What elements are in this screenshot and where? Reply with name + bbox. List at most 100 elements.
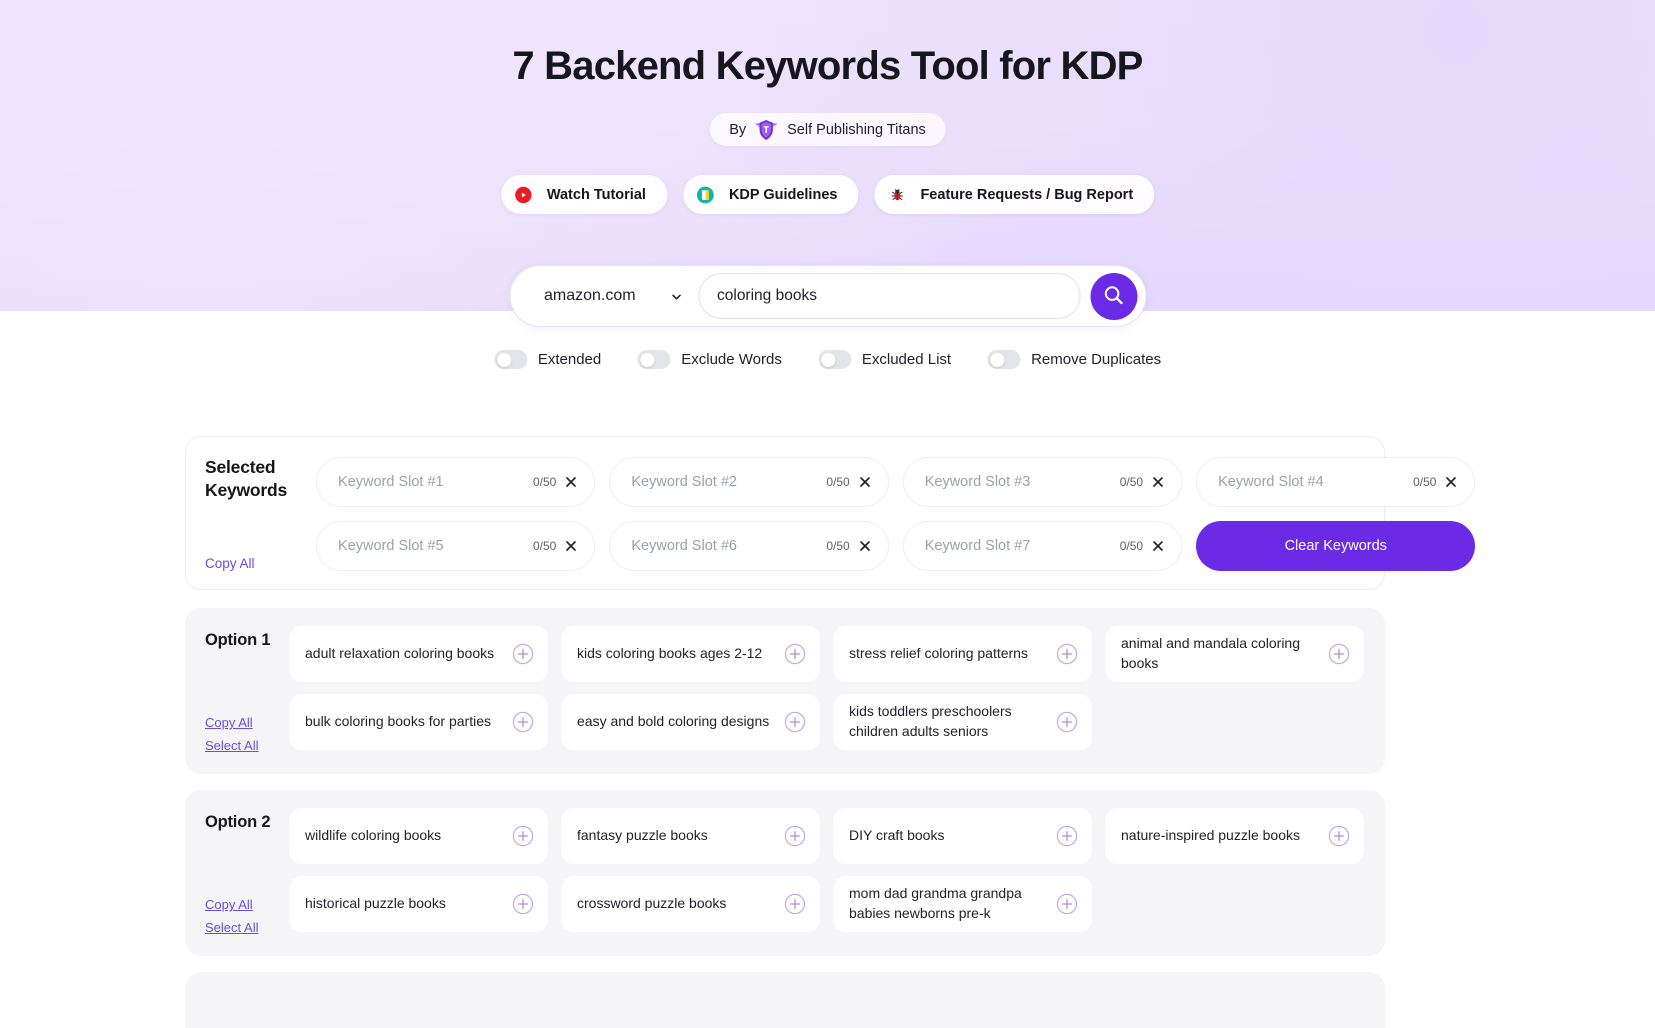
toggle-remove-duplicates-switch[interactable]: [987, 350, 1021, 369]
keyword-slot-5[interactable]: 0/50: [316, 521, 596, 571]
selected-keywords-heading: Selected Keywords: [205, 456, 305, 502]
keyword-chip[interactable]: wildlife coloring books: [289, 808, 548, 864]
watch-tutorial-button[interactable]: Watch Tutorial: [500, 175, 667, 214]
keyword-chip[interactable]: historical puzzle books: [289, 876, 548, 932]
option-1-links: Copy All Select All: [205, 712, 258, 757]
keyword-slot-2-input[interactable]: [631, 474, 819, 490]
add-icon[interactable]: [1056, 643, 1078, 665]
keyword-chip[interactable]: nature-inspired puzzle books: [1105, 808, 1364, 864]
add-icon[interactable]: [784, 893, 806, 915]
keyword-chip[interactable]: animal and mandala coloring books: [1105, 626, 1364, 682]
option-2-copy-all-link[interactable]: Copy All: [205, 894, 258, 916]
hero-action-buttons: Watch Tutorial KDP Guidelines Feature Re…: [500, 175, 1155, 214]
close-icon[interactable]: [564, 539, 578, 553]
toggle-exclude-words-switch[interactable]: [637, 350, 671, 369]
add-icon[interactable]: [1328, 643, 1350, 665]
option-2-keyword-grid: wildlife coloring books fantasy puzzle b…: [289, 808, 1364, 932]
keyword-slot-5-count: 0/50: [533, 539, 557, 553]
keyword-chip[interactable]: kids coloring books ages 2-12: [561, 626, 820, 682]
keyword-chip[interactable]: kids toddlers preschoolers children adul…: [833, 694, 1092, 750]
keyword-chip[interactable]: mom dad grandma grandpa babies newborns …: [833, 876, 1092, 932]
add-icon[interactable]: [512, 893, 534, 915]
keyword-chip[interactable]: easy and bold coloring designs: [561, 694, 820, 750]
marketplace-select[interactable]: amazon.com: [510, 266, 698, 326]
keyword-slot-1[interactable]: 0/50: [316, 457, 596, 507]
search-button[interactable]: [1090, 272, 1137, 320]
keyword-slot-4-input[interactable]: [1218, 474, 1406, 490]
close-icon[interactable]: [1444, 475, 1458, 489]
keyword-chip-label: mom dad grandma grandpa babies newborns …: [849, 885, 1022, 921]
option-2-links: Copy All Select All: [205, 894, 258, 939]
add-icon[interactable]: [512, 643, 534, 665]
selected-keywords-links: Copy All: [205, 555, 255, 573]
toggle-exclude-words-label: Exclude Words: [681, 351, 782, 368]
keyword-chip[interactable]: crossword puzzle books: [561, 876, 820, 932]
keyword-chip-label: DIY craft books: [849, 827, 945, 844]
close-icon[interactable]: [858, 539, 872, 553]
keyword-slot-6-input[interactable]: [631, 538, 819, 554]
search-input[interactable]: [698, 273, 1080, 319]
keyword-slot-5-input[interactable]: [338, 538, 525, 554]
keyword-chip-empty: [1105, 694, 1364, 750]
keyword-slot-1-input[interactable]: [338, 474, 525, 490]
keyword-chip-empty: [1105, 876, 1364, 932]
toggle-extended[interactable]: Extended: [493, 350, 602, 369]
keyword-slot-7[interactable]: 0/50: [902, 521, 1183, 571]
selected-keywords-panel: Selected Keywords Copy All 0/50 0/50 0/5…: [185, 436, 1476, 590]
search-bar: amazon.com: [509, 265, 1146, 327]
byline-by: By: [729, 121, 747, 138]
keyword-slot-7-input[interactable]: [924, 538, 1112, 554]
keyword-slot-4-count: 0/50: [1413, 475, 1437, 489]
byline-brand: Self Publishing Titans: [787, 121, 926, 138]
bug-icon: [884, 182, 910, 207]
selected-copy-all-link[interactable]: Copy All: [205, 556, 255, 571]
close-icon[interactable]: [1151, 475, 1165, 489]
keyword-chip-label: historical puzzle books: [305, 895, 446, 912]
keyword-slot-1-count: 0/50: [533, 475, 557, 489]
keyword-chip-label: animal and mandala coloring books: [1121, 635, 1300, 671]
keyword-slot-6-count: 0/50: [826, 539, 850, 553]
toggle-extended-label: Extended: [537, 351, 602, 368]
keyword-slot-6[interactable]: 0/50: [609, 521, 889, 571]
toggle-remove-duplicates[interactable]: Remove Duplicates: [987, 350, 1161, 369]
add-icon[interactable]: [1056, 711, 1078, 733]
keyword-chip[interactable]: DIY craft books: [833, 808, 1092, 864]
close-icon[interactable]: [858, 475, 872, 489]
toggle-exclude-words[interactable]: Exclude Words: [637, 350, 782, 369]
keyword-slot-2[interactable]: 0/50: [609, 457, 889, 507]
keyword-slot-2-count: 0/50: [826, 475, 850, 489]
keyword-chip[interactable]: stress relief coloring patterns: [833, 626, 1092, 682]
toggle-excluded-list[interactable]: Excluded List: [817, 350, 952, 369]
youtube-icon: [510, 182, 536, 207]
add-icon[interactable]: [784, 825, 806, 847]
close-icon[interactable]: [564, 475, 578, 489]
keyword-chip[interactable]: adult relaxation coloring books: [289, 626, 548, 682]
toggle-excluded-list-label: Excluded List: [861, 351, 952, 368]
keyword-slot-3-input[interactable]: [924, 474, 1112, 490]
add-icon[interactable]: [1056, 893, 1078, 915]
add-icon[interactable]: [784, 643, 806, 665]
option-1-panel: Option 1 Copy All Select All adult relax…: [185, 608, 1385, 774]
option-2-select-all-link[interactable]: Select All: [205, 917, 258, 939]
clear-keywords-button[interactable]: Clear Keywords: [1196, 521, 1476, 571]
kdp-guidelines-button[interactable]: KDP Guidelines: [682, 175, 859, 214]
keyword-slot-4[interactable]: 0/50: [1196, 457, 1476, 507]
kdp-guidelines-label: KDP Guidelines: [728, 186, 838, 203]
kdp-book-icon: [692, 182, 718, 207]
add-icon[interactable]: [1328, 825, 1350, 847]
add-icon[interactable]: [784, 711, 806, 733]
option-1-copy-all-link[interactable]: Copy All: [205, 712, 258, 734]
close-icon[interactable]: [1151, 539, 1165, 553]
option-3-panel: [185, 972, 1385, 1028]
add-icon[interactable]: [1056, 825, 1078, 847]
keyword-slot-grid: 0/50 0/50 0/50 0/50: [316, 457, 1476, 571]
keyword-slot-3[interactable]: 0/50: [902, 457, 1183, 507]
add-icon[interactable]: [512, 825, 534, 847]
option-1-select-all-link[interactable]: Select All: [205, 735, 258, 757]
keyword-chip[interactable]: bulk coloring books for parties: [289, 694, 548, 750]
toggle-extended-switch[interactable]: [493, 350, 527, 369]
keyword-chip[interactable]: fantasy puzzle books: [561, 808, 820, 864]
feature-request-bug-report-button[interactable]: Feature Requests / Bug Report: [874, 175, 1155, 214]
add-icon[interactable]: [512, 711, 534, 733]
toggle-excluded-list-switch[interactable]: [817, 350, 851, 369]
